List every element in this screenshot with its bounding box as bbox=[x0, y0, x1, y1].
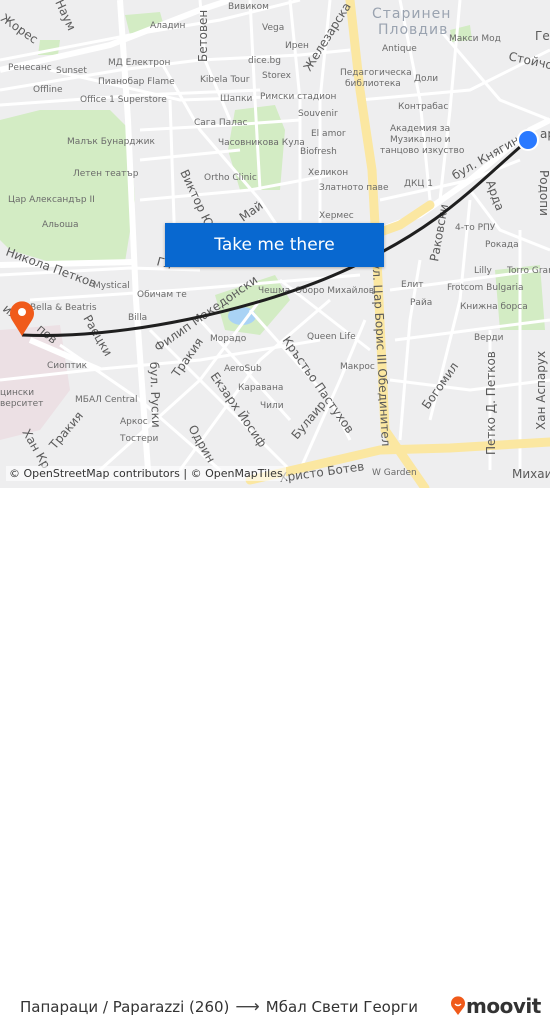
poi-label: танцово изкуство bbox=[380, 146, 465, 156]
poi-label: Lilly bbox=[474, 266, 493, 276]
poi-label: Storex bbox=[262, 71, 292, 81]
poi-label: Queen Life bbox=[307, 332, 356, 342]
poi-label: AeroSub bbox=[224, 364, 262, 374]
poi-label: Хермес bbox=[319, 211, 354, 221]
poi-label: Музикално и bbox=[390, 135, 451, 145]
poi-label: Верди bbox=[474, 333, 504, 343]
map-attribution[interactable]: © OpenStreetMap contributors | © OpenMap… bbox=[6, 466, 286, 481]
poi-label: Райа bbox=[410, 298, 432, 308]
destination-name: Мбал Свети Георги bbox=[265, 998, 419, 1016]
poi-label: Frotcom Bulgaria bbox=[447, 283, 523, 293]
poi-label: верситет bbox=[0, 399, 43, 409]
poi-label: Сиоптик bbox=[47, 361, 88, 371]
street-label: Раковски bbox=[427, 203, 451, 262]
poi-label: Шапки bbox=[220, 94, 252, 104]
poi-label: Office 1 Superstore bbox=[80, 95, 167, 105]
poi-label: Biofresh bbox=[300, 147, 337, 157]
route-title: Папараци / Paparazzi (260) ⟶ Мбал Свети … bbox=[20, 997, 418, 1017]
poi-label: Billa bbox=[128, 313, 147, 323]
map[interactable]: Старинен Пловдив Жорес Наум Бетовен Желе… bbox=[0, 0, 550, 488]
poi-label: Морадо bbox=[210, 334, 247, 344]
poi-label: Сага Палас bbox=[194, 118, 247, 128]
street-label: Родопи bbox=[537, 170, 550, 216]
poi-label: Antique bbox=[382, 44, 417, 54]
poi-label: Bella & Beatris bbox=[30, 303, 97, 313]
poi-label: Елит bbox=[401, 280, 424, 290]
poi-label: Педагогическа bbox=[340, 68, 412, 78]
poi-label: Макси Мод bbox=[449, 34, 501, 44]
poi-label: Sunset bbox=[56, 66, 87, 76]
poi-label: библиотека bbox=[345, 79, 401, 89]
poi-label: Доли bbox=[414, 74, 438, 84]
poi-label: Хеликон bbox=[308, 168, 348, 178]
poi-label: МД Електрон bbox=[108, 58, 171, 68]
poi-label: Аркос bbox=[120, 417, 148, 427]
street-label: Тракия bbox=[46, 409, 86, 453]
street-label: Арда bbox=[483, 178, 507, 212]
poi-label: El amor bbox=[311, 129, 346, 139]
poi-label: Контрабас bbox=[398, 102, 448, 112]
arrow-right-icon: ⟶ bbox=[235, 997, 260, 1017]
poi-label: Каравана bbox=[238, 383, 283, 393]
poi-label: Златното паве bbox=[319, 183, 389, 193]
poi-label: Torro Gran bbox=[506, 266, 550, 276]
poi-label: ДКЦ 1 bbox=[404, 179, 433, 189]
poi-label: dice.bg bbox=[248, 56, 281, 66]
moovit-logo-text: moovit bbox=[466, 994, 541, 1018]
poi-label: Чили bbox=[260, 401, 284, 411]
poi-label: Книжна борса bbox=[460, 302, 528, 312]
poi-label: Ирен bbox=[285, 41, 309, 51]
poi-label: Аладин bbox=[150, 21, 185, 31]
street-label: Михаи bbox=[512, 467, 550, 481]
origin-marker-icon[interactable] bbox=[517, 129, 539, 151]
street-label: бул. Руски bbox=[147, 362, 163, 428]
poi-label: Академия за bbox=[390, 124, 450, 134]
poi-label: Вивиком bbox=[228, 2, 269, 12]
poi-label: МБАЛ Central bbox=[75, 395, 138, 405]
take-me-there-button[interactable]: Take me there bbox=[165, 223, 384, 267]
street-label: Железарска bbox=[301, 0, 354, 74]
street-label: ар bbox=[540, 127, 550, 141]
poi-label: Обичам те bbox=[137, 290, 187, 300]
park-bunardzhik bbox=[0, 110, 135, 265]
poi-label: Малък Бунарджик bbox=[67, 137, 155, 147]
poi-label: 4-то РПУ bbox=[455, 223, 496, 233]
street-label: Ге bbox=[535, 29, 550, 43]
poi-label: Ренесанс bbox=[8, 63, 52, 73]
poi-label: Ortho Clinic bbox=[204, 173, 257, 183]
poi-label: Пианобар Flame bbox=[98, 77, 175, 87]
poi-label: Mystical bbox=[93, 281, 130, 291]
street-label: Хан Аспарух bbox=[534, 351, 548, 430]
poi-label: W Garden bbox=[372, 468, 417, 478]
street-label: Бетовен bbox=[196, 10, 210, 62]
street-label: Жорес bbox=[0, 11, 41, 46]
street-label: Петко Д. Петков bbox=[484, 351, 498, 455]
poi-label: Летен театър bbox=[73, 169, 139, 179]
street-label: Наум bbox=[52, 0, 78, 33]
poi-label: Vega bbox=[262, 23, 284, 33]
poi-label: Offline bbox=[33, 85, 63, 95]
poi-label: Souvenir bbox=[298, 109, 338, 119]
street-label: Хан Кр bbox=[19, 427, 53, 472]
origin-name: Папараци / Paparazzi (260) bbox=[20, 998, 230, 1016]
poi-label: Цар Александър II bbox=[8, 195, 95, 205]
street-label: Кръстьо Пастухов bbox=[280, 334, 357, 436]
poi-label: Тостери bbox=[119, 434, 158, 444]
poi-label: Макрос bbox=[340, 362, 375, 372]
poi-label: цински bbox=[0, 388, 34, 398]
poi-label: Рокада bbox=[485, 240, 519, 250]
district-label-2: Пловдив bbox=[378, 22, 448, 38]
district-label-1: Старинен bbox=[372, 6, 451, 22]
poi-label: Римски стадион bbox=[260, 92, 336, 102]
poi-label: Альоша bbox=[42, 220, 78, 230]
poi-label: Часовникова Кула bbox=[218, 138, 305, 148]
footer: Папараци / Paparazzi (260) ⟶ Мбал Свети … bbox=[0, 488, 550, 1018]
moovit-pin-icon bbox=[451, 996, 465, 1015]
street-label: бул. Цар Борис III Обединител bbox=[369, 254, 393, 446]
poi-label: Kibela Tour bbox=[200, 75, 250, 85]
moovit-logo[interactable]: moovit bbox=[450, 994, 541, 1018]
